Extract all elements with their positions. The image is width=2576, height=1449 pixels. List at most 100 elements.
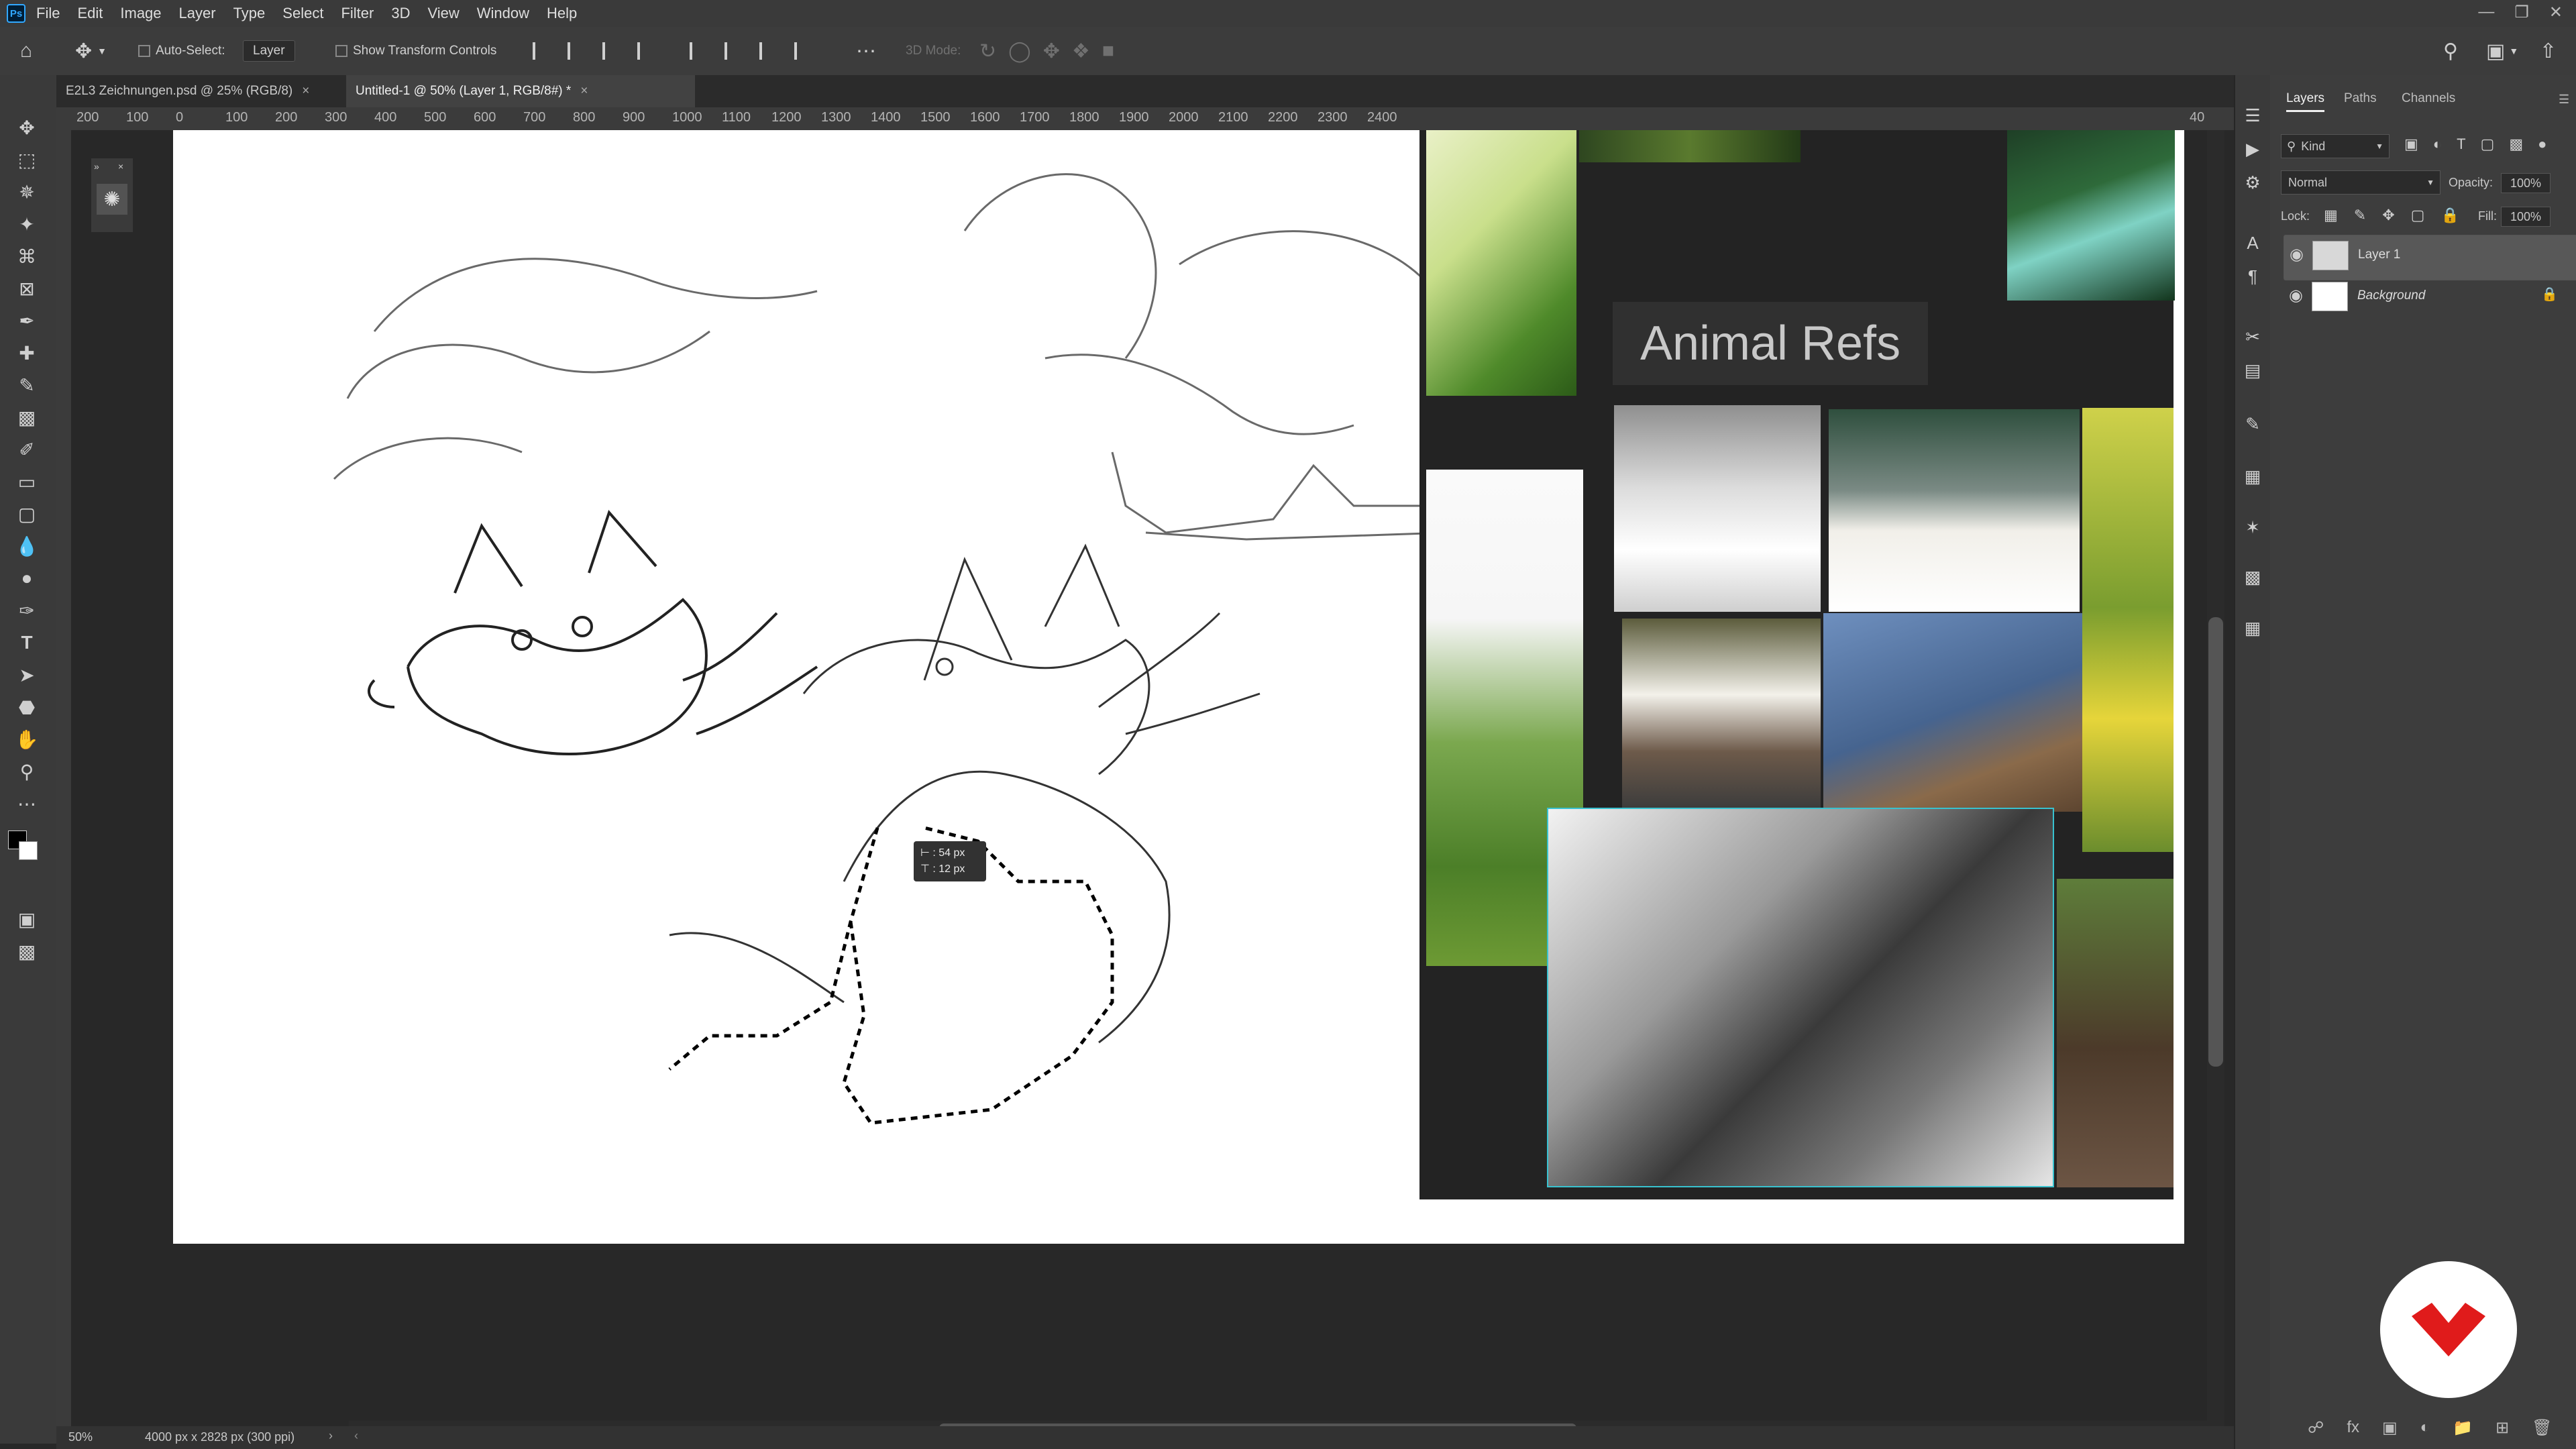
restore-icon[interactable]: ❐ (2514, 3, 2529, 22)
stoat-photo[interactable] (1622, 619, 1821, 809)
marten-photo[interactable] (1823, 613, 2082, 812)
show-transform-checkbox[interactable]: Show Transform Controls (335, 27, 496, 75)
shape-filter-icon[interactable]: ▢ (2481, 136, 2495, 153)
lock-pixels-icon[interactable]: ✎ (2354, 207, 2366, 224)
leaf-photo[interactable] (1426, 130, 1576, 396)
document-canvas[interactable]: Animal Refs (173, 130, 2184, 1244)
home-icon[interactable]: ⌂ (20, 27, 32, 75)
zoom-level[interactable]: 50% (68, 1430, 93, 1444)
layer-row-background[interactable]: ◉ Background 🔒 (2284, 276, 2568, 315)
stamp-tool-icon[interactable]: ▩ (13, 404, 40, 431)
align-center-icon[interactable] (568, 42, 585, 60)
lock-transparency-icon[interactable]: ▦ (2324, 207, 2338, 224)
blur-tool-icon[interactable]: 💧 (13, 533, 40, 559)
tool-presets-icon[interactable]: ✂ (2243, 327, 2262, 347)
visibility-eye-icon[interactable]: ◉ (2289, 286, 2303, 305)
tab-e2l3[interactable]: E2L3 Zeichnungen.psd @ 25% (RGB/8) × (56, 75, 345, 107)
move-tool-icon[interactable]: ✥ (13, 114, 40, 141)
add-mask-icon[interactable]: ▣ (2382, 1418, 2398, 1438)
pan-3d-icon[interactable]: ✥ (1043, 40, 1060, 63)
lasso-tool-icon[interactable]: ✵ (13, 178, 40, 205)
clone-source-icon[interactable]: ▤ (2243, 360, 2262, 380)
eraser-tool-icon[interactable]: ▭ (13, 468, 40, 495)
fill-input[interactable]: 100% (2501, 207, 2551, 227)
align-right-icon[interactable] (602, 42, 620, 60)
adjustment-layer-icon[interactable]: ◐ (2420, 1418, 2430, 1438)
scale-3d-icon[interactable]: ■ (1102, 40, 1114, 62)
history-icon[interactable]: ☰ (2243, 105, 2262, 125)
menu-view[interactable]: View (427, 5, 459, 22)
new-group-icon[interactable]: 📁 (2453, 1418, 2473, 1438)
pixel-filter-icon[interactable]: ▣ (2404, 136, 2418, 153)
menu-edit[interactable]: Edit (77, 5, 103, 22)
menu-help[interactable]: Help (547, 5, 577, 22)
yellow-flower-photo[interactable] (2082, 408, 2174, 852)
panel-menu-icon[interactable]: ☰ (2559, 93, 2569, 107)
align-middle-icon[interactable] (724, 42, 742, 60)
scroll-left-icon[interactable]: ‹ (354, 1429, 358, 1443)
share-icon[interactable]: ⇧ (2540, 27, 2557, 75)
menu-type[interactable]: Type (233, 5, 266, 22)
type-filter-icon[interactable]: T (2457, 136, 2465, 153)
type-tool-icon[interactable]: T (13, 629, 40, 656)
photoshop-app-icon[interactable]: Ps (7, 4, 25, 23)
properties-icon[interactable]: ▦ (2243, 466, 2262, 486)
history-brush-tool-icon[interactable]: ✐ (13, 436, 40, 463)
dodge-tool-icon[interactable]: ● (13, 565, 40, 592)
zoom-tool-icon[interactable]: ⚲ (13, 758, 40, 785)
minimize-icon[interactable]: — (2478, 3, 2494, 22)
close-tab-icon[interactable]: × (302, 84, 309, 99)
align-bottom-icon[interactable] (759, 42, 777, 60)
slide-3d-icon[interactable]: ❖ (1072, 40, 1090, 63)
layer-name[interactable]: Layer 1 (2358, 248, 2400, 262)
frame-tool-icon[interactable]: ⊠ (13, 275, 40, 302)
path-selection-tool-icon[interactable]: ➤ (13, 661, 40, 688)
close-tab-icon[interactable]: × (580, 84, 588, 99)
ermine-photo[interactable] (1614, 405, 1821, 612)
tab-channels[interactable]: Channels (2402, 91, 2455, 106)
forest-photo[interactable] (1579, 130, 1801, 162)
pen-tool-icon[interactable]: ✑ (13, 597, 40, 624)
eyedropper-tool-icon[interactable]: ✒ (13, 307, 40, 334)
swatches-icon[interactable]: ▦ (2243, 618, 2262, 638)
lock-position-icon[interactable]: ✥ (2382, 207, 2394, 224)
opacity-input[interactable]: 100% (2501, 173, 2551, 193)
menu-image[interactable]: Image (120, 5, 161, 22)
roll-icon[interactable]: ◯ (1008, 40, 1031, 63)
distribute-vertical-icon[interactable] (794, 42, 812, 60)
delete-layer-icon[interactable]: 🗑 (2532, 1418, 2552, 1438)
menu-window[interactable]: Window (477, 5, 529, 22)
vertical-scroll-thumb[interactable] (2208, 617, 2223, 1067)
link-layers-icon[interactable]: ☍ (2308, 1418, 2324, 1438)
menu-file[interactable]: File (36, 5, 60, 22)
squirrel-painting[interactable] (1547, 808, 2054, 1187)
auto-select-checkbox[interactable]: Auto-Select: (138, 27, 225, 75)
shape-tool-icon[interactable]: ⬣ (13, 694, 40, 720)
tab-untitled-1[interactable]: Untitled-1 @ 50% (Layer 1, RGB/8#) * × (346, 75, 695, 107)
arctic-fox-photo[interactable] (1829, 409, 2080, 612)
status-expand-icon[interactable]: › (329, 1429, 333, 1443)
smart-object-filter-icon[interactable]: ▩ (2509, 136, 2523, 153)
edit-toolbar-icon[interactable]: ⋯ (13, 790, 40, 817)
glyphs-icon[interactable]: ✶ (2243, 517, 2262, 537)
layer-row-layer-1[interactable]: ◉ Layer 1 (2284, 235, 2576, 280)
filter-toggle-icon[interactable]: ● (2538, 136, 2546, 153)
animal-photo-right[interactable] (2057, 879, 2174, 1187)
menu-3d[interactable]: 3D (391, 5, 410, 22)
quick-mask-icon[interactable]: ▣ (13, 906, 40, 932)
marquee-tool-icon[interactable]: ⬚ (13, 146, 40, 173)
adjustments-icon[interactable]: ⚙ (2243, 172, 2262, 193)
menu-layer[interactable]: Layer (179, 5, 216, 22)
close-icon[interactable]: ✕ (2549, 3, 2563, 22)
search-icon[interactable]: ⚲ (2443, 27, 2458, 75)
character-icon[interactable]: A (2243, 233, 2262, 253)
auto-select-dropdown[interactable]: Layer (243, 27, 295, 75)
more-options-icon[interactable]: ⋯ (856, 27, 876, 75)
workspace-icon[interactable]: ▣ ▼ (2486, 27, 2518, 75)
background-color-swatch[interactable] (19, 841, 38, 860)
crop-tool-icon[interactable]: ⌘ (13, 243, 40, 270)
align-top-icon[interactable] (690, 42, 707, 60)
tab-paths[interactable]: Paths (2344, 91, 2377, 106)
visibility-eye-icon[interactable]: ◉ (2290, 245, 2304, 264)
move-tool-preset-icon[interactable]: ✥ ▼ (75, 27, 107, 75)
